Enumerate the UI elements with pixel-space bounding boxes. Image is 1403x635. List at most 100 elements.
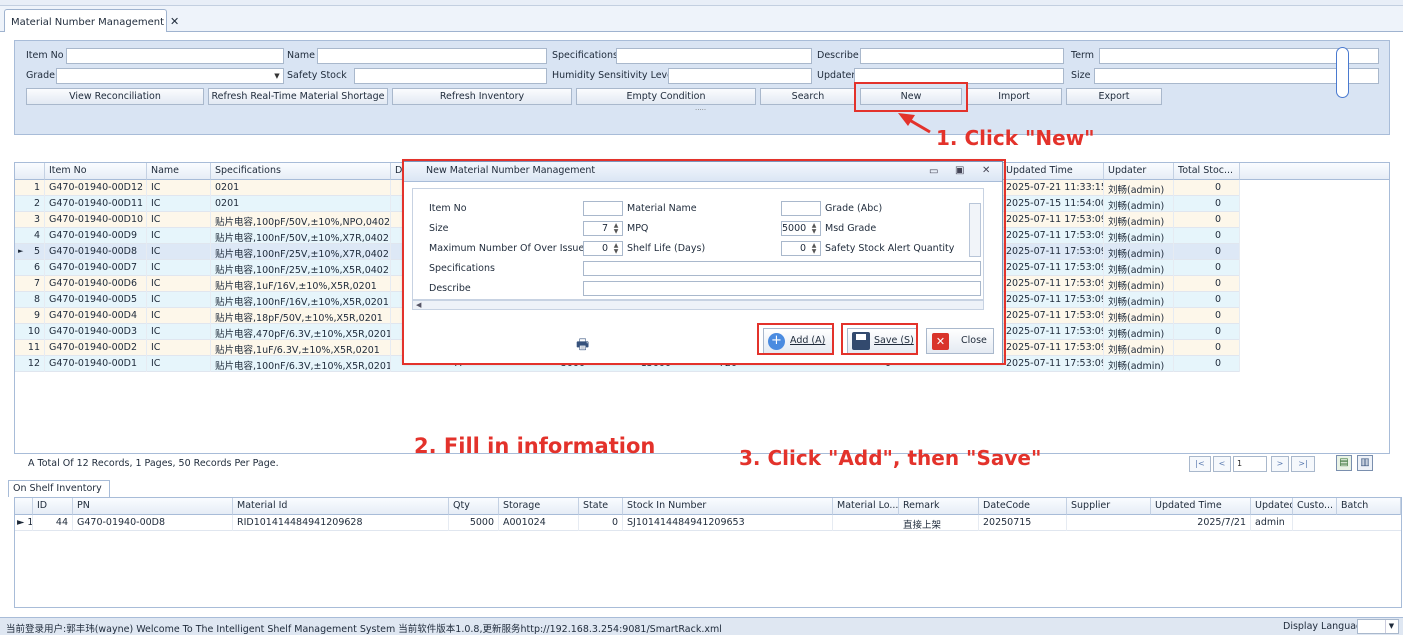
cell-total: 0 — [1174, 228, 1240, 244]
cell-spec: 贴片电容,18pF/50V,±10%,X5R,0201 — [211, 308, 391, 324]
splitter-dots[interactable]: ..... — [695, 104, 706, 112]
pager-last-button[interactable]: >| — [1291, 456, 1315, 472]
save-layout-icon[interactable]: ▥ — [1357, 455, 1373, 471]
tab-title: Material Number Management — [11, 17, 165, 28]
header-item-no[interactable]: Item No — [45, 163, 147, 180]
cell-updater: 刘畅(admin) — [1104, 276, 1174, 292]
row-indicator-icon: ► — [18, 247, 24, 255]
cell-updater: 刘畅(admin) — [1104, 340, 1174, 356]
cell-updater: 刘畅(admin) — [1104, 196, 1174, 212]
cell-updater: 刘畅(admin) — [1104, 180, 1174, 196]
cell-total: 0 — [1174, 260, 1240, 276]
cell-total: 0 — [1174, 180, 1240, 196]
status-bar: 当前登录用户:郭丰玮(wayne) Welcome To The Intelli… — [0, 617, 1403, 635]
pager-prev-button[interactable]: < — [1213, 456, 1231, 472]
tab-material-number-management[interactable]: Material Number Management ✕ — [4, 9, 179, 32]
label-name: Name — [287, 50, 316, 61]
cell-material_id: RID101414484941209628 — [233, 515, 449, 531]
pager-page-input[interactable]: 1 — [1233, 456, 1267, 472]
highlight-add — [757, 323, 834, 355]
display-language-label: Display Language — [1283, 621, 1368, 632]
highlight-save — [841, 323, 918, 355]
cell-time: 2025-07-11 17:53:09 — [1002, 228, 1104, 244]
annotation-step1: 1. Click "New" — [936, 126, 1095, 150]
cell-total: 0 — [1174, 196, 1240, 212]
cell-item: G470-01940-00D7 — [45, 260, 147, 276]
safety-stock-input[interactable] — [354, 68, 547, 84]
chevron-down-icon[interactable]: ▼ — [271, 69, 283, 83]
humidity-input[interactable] — [668, 68, 812, 84]
cell-total: 0 — [1174, 356, 1240, 372]
name-input[interactable] — [317, 48, 547, 64]
label-specifications: Specifications — [552, 50, 618, 61]
cell-name: IC — [147, 196, 211, 212]
header-supplier[interactable]: Supplier — [1067, 498, 1151, 515]
language-select[interactable]: ▼ — [1357, 619, 1399, 634]
header-material-lo[interactable]: Material Lo... — [833, 498, 899, 515]
cell-time: 2025-07-11 17:53:09 — [1002, 308, 1104, 324]
header-stock-in-number[interactable]: Stock In Number — [623, 498, 833, 515]
view-reconciliation-button[interactable]: View Reconciliation — [26, 88, 204, 105]
empty-condition-button[interactable]: Empty Condition — [576, 88, 756, 105]
annotation-step3: 3. Click "Add", then "Save" — [739, 446, 1042, 470]
cell-item: G470-01940-00D6 — [45, 276, 147, 292]
header-custo[interactable]: Custo... — [1293, 498, 1337, 515]
panel-scrollbar[interactable] — [1336, 47, 1349, 98]
refresh-shortage-button[interactable]: Refresh Real-Time Material Shortage — [208, 88, 388, 105]
cell-item: G470-01940-00D8 — [45, 244, 147, 260]
cell-item: G470-01940-00D11 — [45, 196, 147, 212]
tab-on-shelf-inventory[interactable]: On Shelf Inventory — [8, 480, 110, 497]
header-pn[interactable]: PN — [73, 498, 233, 515]
cell-id: 44 — [33, 515, 73, 531]
cell-remark: 直接上架 — [899, 515, 979, 531]
pager-first-button[interactable]: |< — [1189, 456, 1211, 472]
describe-input[interactable] — [860, 48, 1064, 64]
header-batch[interactable]: Batch — [1337, 498, 1401, 515]
header-remark[interactable]: Remark — [899, 498, 979, 515]
header-material-id[interactable]: Material Id — [233, 498, 449, 515]
header-id[interactable]: ID — [33, 498, 73, 515]
cell-name: IC — [147, 228, 211, 244]
search-button[interactable]: Search — [760, 88, 856, 105]
pager-next-button[interactable]: > — [1271, 456, 1289, 472]
label-grade: Grade — [26, 70, 55, 81]
export-excel-icon[interactable]: ▤ — [1336, 455, 1352, 471]
cell-stock_in: SJ101414484941209653 — [623, 515, 833, 531]
cell-n: 2 — [15, 196, 45, 212]
tab-bar — [0, 6, 1403, 32]
cell-spec: 贴片电容,100nF/25V,±10%,X5R,0402 — [211, 260, 391, 276]
header-updated-by[interactable]: Updated By — [1251, 498, 1293, 515]
header-updater[interactable]: Updater — [1104, 163, 1174, 180]
cell-state: 0 — [579, 515, 623, 531]
chevron-down-icon[interactable]: ▼ — [1385, 620, 1397, 633]
cell-time: 2025-07-11 17:53:09 — [1002, 212, 1104, 228]
header-total-stock[interactable]: Total Stoc... — [1174, 163, 1240, 180]
header-storage[interactable]: Storage — [499, 498, 579, 515]
item-no-input[interactable] — [66, 48, 284, 64]
header-state[interactable]: State — [579, 498, 623, 515]
cell-spec: 0201 — [211, 196, 391, 212]
header-updated-time[interactable]: Updated Time — [1002, 163, 1104, 180]
records-summary: A Total Of 12 Records, 1 Pages, 50 Recor… — [28, 458, 279, 469]
table-row[interactable]: ► 1 44 G470-01940-00D8 RID10141448494120962… — [15, 515, 1401, 531]
header-name[interactable]: Name — [147, 163, 211, 180]
header-specifications[interactable]: Specifications — [211, 163, 391, 180]
header-datecode[interactable]: DateCode — [979, 498, 1067, 515]
header-qty[interactable]: Qty — [449, 498, 499, 515]
cell-name: IC — [147, 324, 211, 340]
header-updated-time[interactable]: Updated Time — [1151, 498, 1251, 515]
export-button[interactable]: Export — [1066, 88, 1162, 105]
cell-item: G470-01940-00D3 — [45, 324, 147, 340]
specifications-input[interactable] — [616, 48, 812, 64]
cell-updated_time: 2025/7/21 — [1151, 515, 1251, 531]
highlight-new — [854, 82, 968, 112]
import-button[interactable]: Import — [966, 88, 1062, 105]
refresh-inventory-button[interactable]: Refresh Inventory — [392, 88, 572, 105]
cell-item: G470-01940-00D10 — [45, 212, 147, 228]
cell-n: 8 — [15, 292, 45, 308]
grade-select[interactable]: ▼ — [56, 68, 284, 84]
close-icon[interactable]: ✕ — [170, 15, 179, 28]
cell-name: IC — [147, 276, 211, 292]
cell-name: IC — [147, 356, 211, 372]
cell-spec: 0201 — [211, 180, 391, 196]
